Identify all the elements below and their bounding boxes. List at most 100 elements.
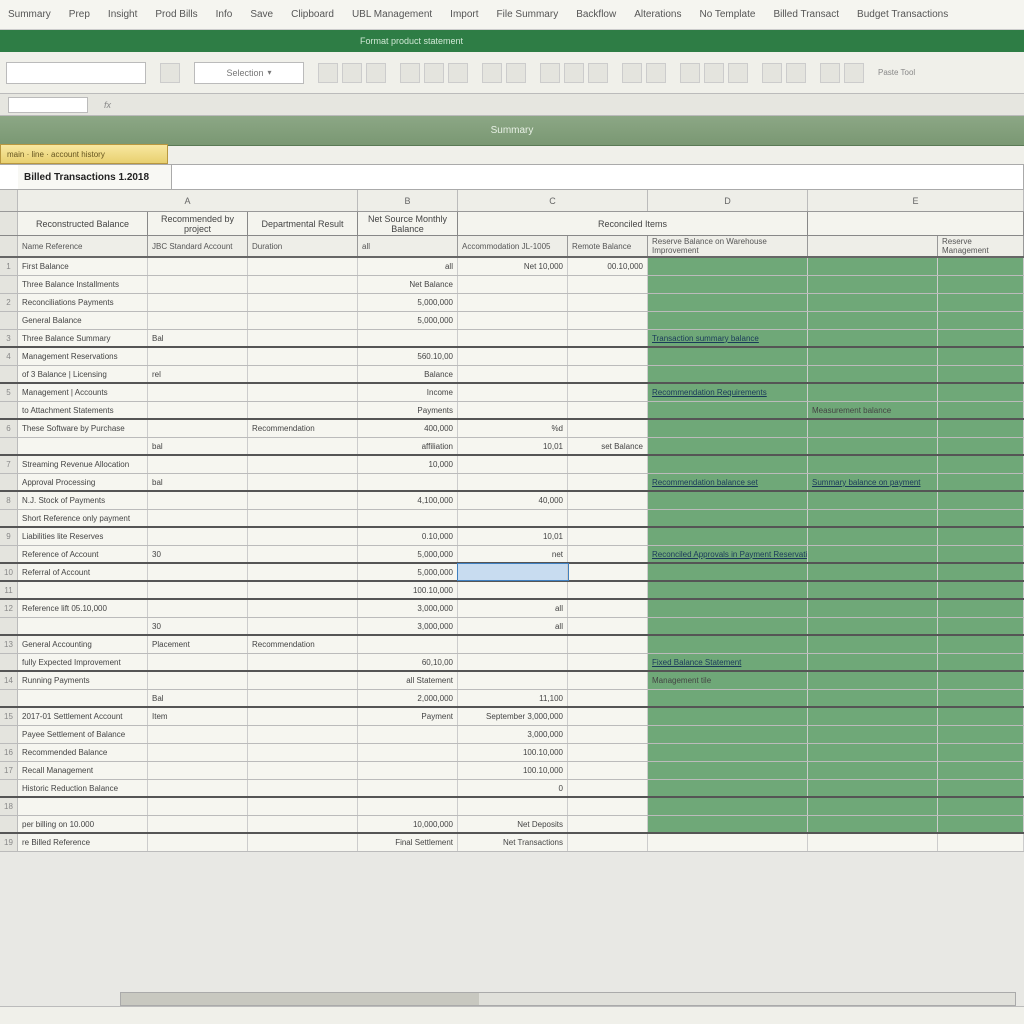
cell[interactable] xyxy=(248,384,358,401)
cell[interactable] xyxy=(568,672,648,689)
cell[interactable] xyxy=(458,456,568,473)
cell[interactable] xyxy=(568,276,648,293)
cell[interactable] xyxy=(648,420,808,437)
row-header[interactable]: 9 xyxy=(0,528,18,545)
cell[interactable] xyxy=(248,564,358,580)
cell[interactable]: 30 xyxy=(148,546,248,562)
cell[interactable] xyxy=(938,618,1024,634)
cell[interactable] xyxy=(18,438,148,454)
cell[interactable] xyxy=(248,456,358,473)
cell[interactable] xyxy=(358,636,458,653)
cell[interactable] xyxy=(248,834,358,851)
cell[interactable]: 5,000,000 xyxy=(358,312,458,329)
cell[interactable] xyxy=(938,672,1024,689)
cell[interactable] xyxy=(648,744,808,761)
cell[interactable] xyxy=(148,294,248,311)
cell[interactable]: 0 xyxy=(458,780,568,796)
row-header[interactable]: 8 xyxy=(0,492,18,509)
cell[interactable] xyxy=(148,510,248,526)
cell[interactable] xyxy=(938,438,1024,454)
cell[interactable] xyxy=(568,708,648,725)
cell[interactable] xyxy=(358,474,458,490)
cell[interactable] xyxy=(938,528,1024,545)
align-right-icon[interactable] xyxy=(448,63,468,83)
merge-icon[interactable] xyxy=(482,63,502,83)
cell[interactable]: Transaction summary balance xyxy=(648,330,808,346)
cell[interactable] xyxy=(938,780,1024,796)
cell[interactable] xyxy=(248,654,358,670)
cell[interactable]: Recommendation balance set xyxy=(648,474,808,490)
cell[interactable]: all Statement xyxy=(358,672,458,689)
cell[interactable]: Reference lift 05.10,000 xyxy=(18,600,148,617)
cell[interactable] xyxy=(648,348,808,365)
cell[interactable]: 00.10,000 xyxy=(568,258,648,275)
cell[interactable] xyxy=(648,510,808,526)
cell[interactable] xyxy=(648,294,808,311)
cell[interactable] xyxy=(938,510,1024,526)
cell[interactable] xyxy=(648,798,808,815)
cell[interactable] xyxy=(808,582,938,598)
cell[interactable]: Recommendation xyxy=(248,420,358,437)
cell[interactable] xyxy=(248,510,358,526)
cell[interactable] xyxy=(568,312,648,329)
cell[interactable] xyxy=(648,762,808,779)
cell[interactable]: Management | Accounts xyxy=(18,384,148,401)
cell[interactable] xyxy=(18,798,148,815)
cell[interactable] xyxy=(938,366,1024,382)
cell[interactable]: Management tile xyxy=(648,672,808,689)
cell[interactable] xyxy=(808,528,938,545)
menu-item[interactable]: UBL Management xyxy=(352,9,432,20)
cell[interactable] xyxy=(248,546,358,562)
menu-item[interactable]: No Template xyxy=(699,9,755,20)
italic-icon[interactable] xyxy=(342,63,362,83)
name-box-input[interactable] xyxy=(6,62,146,84)
cell[interactable] xyxy=(938,456,1024,473)
cell[interactable] xyxy=(148,420,248,437)
cell[interactable]: all xyxy=(358,258,458,275)
cell[interactable] xyxy=(648,528,808,545)
cell[interactable] xyxy=(248,708,358,725)
percent-icon[interactable] xyxy=(564,63,584,83)
cell[interactable] xyxy=(248,690,358,706)
menu-item[interactable]: File Summary xyxy=(497,9,559,20)
cell[interactable] xyxy=(148,492,248,509)
cell[interactable]: rel xyxy=(148,366,248,382)
cell[interactable] xyxy=(568,528,648,545)
cell[interactable]: Management Reservations xyxy=(18,348,148,365)
cell[interactable] xyxy=(568,582,648,598)
cell[interactable] xyxy=(148,384,248,401)
cell[interactable] xyxy=(648,816,808,832)
cell[interactable] xyxy=(148,348,248,365)
cell[interactable]: Net Balance xyxy=(358,276,458,293)
cell[interactable] xyxy=(248,276,358,293)
cell[interactable]: Payee Settlement of Balance xyxy=(18,726,148,743)
cell[interactable]: 100.10,000 xyxy=(358,582,458,598)
cell[interactable]: Net 10,000 xyxy=(458,258,568,275)
cell[interactable] xyxy=(568,834,648,851)
cell[interactable]: 100.10,000 xyxy=(458,762,568,779)
cell[interactable] xyxy=(248,780,358,796)
cell[interactable]: to Attachment Statements xyxy=(18,402,148,418)
cell[interactable] xyxy=(248,258,358,275)
cell[interactable] xyxy=(648,564,808,580)
cell[interactable] xyxy=(248,762,358,779)
menu-item[interactable]: Prod Bills xyxy=(155,9,197,20)
cell[interactable] xyxy=(568,348,648,365)
cell[interactable]: Recall Management xyxy=(18,762,148,779)
cell[interactable] xyxy=(808,654,938,670)
border-icon[interactable] xyxy=(622,63,642,83)
cell[interactable] xyxy=(648,618,808,634)
cell[interactable] xyxy=(148,762,248,779)
row-header[interactable] xyxy=(0,654,18,670)
cell[interactable] xyxy=(248,600,358,617)
cell[interactable] xyxy=(808,276,938,293)
cell[interactable] xyxy=(248,330,358,346)
cell-reference-box[interactable] xyxy=(8,97,88,113)
col-header-c[interactable]: C xyxy=(458,190,648,211)
cell[interactable] xyxy=(248,402,358,418)
cell[interactable] xyxy=(938,816,1024,832)
cell[interactable] xyxy=(648,780,808,796)
paste-icon[interactable] xyxy=(160,63,180,83)
cell[interactable]: Reconciliations Payments xyxy=(18,294,148,311)
cell[interactable] xyxy=(148,798,248,815)
